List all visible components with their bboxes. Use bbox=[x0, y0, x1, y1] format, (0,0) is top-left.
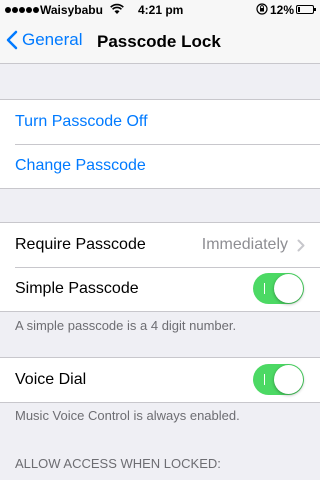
turn-passcode-off-label: Turn Passcode Off bbox=[15, 113, 148, 130]
passcode-settings-group: Require Passcode Immediately Simple Pass… bbox=[0, 222, 320, 312]
back-button[interactable]: General bbox=[6, 30, 82, 50]
page-title: Passcode Lock bbox=[97, 32, 221, 51]
battery-icon bbox=[296, 5, 316, 14]
change-passcode-button[interactable]: Change Passcode bbox=[0, 144, 320, 188]
voice-dial-toggle[interactable] bbox=[253, 364, 304, 395]
allow-access-header: ALLOW ACCESS WHEN LOCKED: bbox=[15, 456, 221, 471]
chevron-left-icon bbox=[6, 30, 18, 50]
require-passcode-row[interactable]: Require Passcode Immediately bbox=[0, 223, 320, 267]
simple-passcode-toggle[interactable] bbox=[253, 273, 304, 304]
battery-percent: 12% bbox=[270, 3, 295, 17]
turn-passcode-off-button[interactable]: Turn Passcode Off bbox=[0, 100, 320, 144]
simple-passcode-label: Simple Passcode bbox=[15, 280, 139, 297]
voice-dial-label: Voice Dial bbox=[15, 371, 87, 388]
wifi-icon bbox=[110, 3, 124, 14]
voice-dial-row: Voice Dial bbox=[0, 358, 320, 402]
back-button-label: General bbox=[22, 30, 83, 49]
voice-control-note: Music Voice Control is always enabled. bbox=[15, 408, 240, 423]
voice-dial-group: Voice Dial bbox=[0, 357, 320, 403]
require-passcode-value: Immediately bbox=[201, 236, 288, 253]
chevron-right-icon bbox=[297, 239, 305, 252]
passcode-actions-group: Turn Passcode Off Change Passcode bbox=[0, 99, 320, 189]
require-passcode-label: Require Passcode bbox=[15, 236, 146, 253]
navigation-bar: General Passcode Lock bbox=[0, 20, 320, 64]
carrier-name: Waisybabu bbox=[40, 3, 103, 17]
signal-dots-icon bbox=[5, 7, 39, 13]
rotation-lock-icon bbox=[256, 3, 268, 15]
status-bar: Waisybabu 4:21 pm 12% bbox=[0, 0, 320, 20]
simple-passcode-row: Simple Passcode bbox=[0, 267, 320, 311]
clock-time: 4:21 pm bbox=[138, 3, 184, 17]
simple-passcode-note: A simple passcode is a 4 digit number. bbox=[15, 318, 237, 333]
change-passcode-label: Change Passcode bbox=[15, 157, 146, 174]
